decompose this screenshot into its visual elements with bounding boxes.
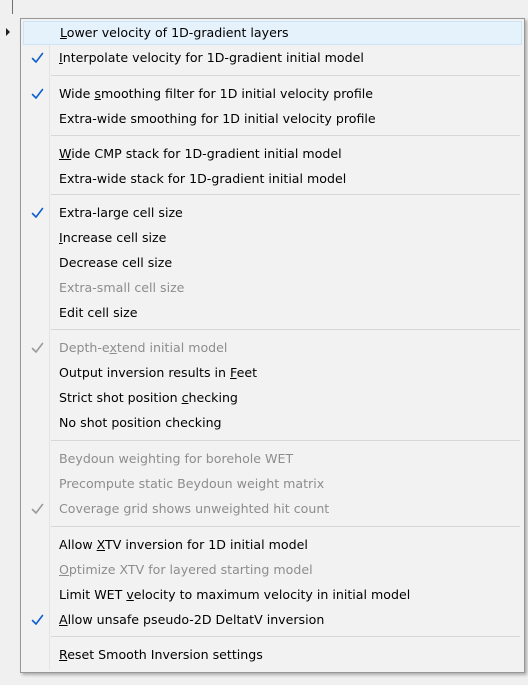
menu-item-wide-smoothing[interactable]: Wide smoothing filter for 1D initial vel…	[23, 82, 522, 106]
menu-item-label: Extra-small cell size	[59, 280, 185, 295]
menu-item-label: Strict shot position checking	[59, 390, 238, 405]
menu-item-optimize-xtv: Optimize XTV for layered starting model	[23, 558, 522, 582]
menu-item-label: Output inversion results in Feet	[59, 365, 258, 380]
menu-item-label: Extra-wide stack for 1D-gradient initial…	[59, 171, 347, 186]
menu-item-reset-smooth[interactable]: Reset Smooth Inversion settings	[23, 643, 522, 667]
menu-item-label: Extra-large cell size	[59, 205, 183, 220]
menu-item-label: Decrease cell size	[59, 255, 173, 270]
parent-menu-border	[12, 0, 13, 14]
menu-item-label: Depth-extend initial model	[59, 340, 228, 355]
menu-item-label: Lower velocity of 1D-gradient layers	[60, 25, 289, 40]
menu-item-label: No shot position checking	[59, 415, 222, 430]
mnemonic-letter: x	[109, 340, 117, 355]
menu-item-wide-cmp-stack[interactable]: Wide CMP stack for 1D-gradient initial m…	[23, 142, 522, 166]
menu-item-label: Limit WET velocity to maximum velocity i…	[59, 587, 411, 602]
mnemonic-letter: W	[59, 146, 72, 161]
mnemonic-letter: c	[181, 390, 189, 405]
menu-item-label: Wide CMP stack for 1D-gradient initial m…	[59, 146, 342, 161]
menu-separator	[51, 194, 520, 195]
parent-menu-strip	[0, 0, 20, 685]
menu-separator	[51, 75, 520, 76]
checkmark-icon	[30, 608, 44, 632]
menu-item-allow-xtv[interactable]: Allow XTV inversion for 1D initial model	[23, 533, 522, 557]
checkmark-icon	[30, 497, 44, 521]
menu-separator	[51, 636, 520, 637]
mnemonic-letter: X	[96, 537, 106, 552]
mnemonic-letter: L	[60, 25, 67, 40]
menu-item-lower-velocity[interactable]: Lower velocity of 1D-gradient layers	[23, 21, 522, 45]
menu-item-extra-wide-smoothing[interactable]: Extra-wide smoothing for 1D initial velo…	[23, 107, 522, 131]
menu-item-label: Interpolate velocity for 1D-gradient ini…	[59, 50, 364, 65]
menu-item-label: Reset Smooth Inversion settings	[59, 647, 263, 662]
menu-item-label: Wide smoothing filter for 1D initial vel…	[59, 86, 374, 101]
menu-item-extra-small-cell: Extra-small cell size	[23, 276, 522, 300]
menu-item-precompute-beydoun: Precompute static Beydoun weight matrix	[23, 472, 522, 496]
menu-item-label: Precompute static Beydoun weight matrix	[59, 476, 325, 491]
menu-item-limit-wet-velocity[interactable]: Limit WET velocity to maximum velocity i…	[23, 583, 522, 607]
menu-item-strict-shot-checking[interactable]: Strict shot position checking	[23, 386, 522, 410]
menu-item-extra-large-cell[interactable]: Extra-large cell size	[23, 201, 522, 225]
menu-item-output-feet[interactable]: Output inversion results in Feet	[23, 361, 522, 385]
submenu-arrow-icon	[6, 28, 10, 36]
checkmark-icon	[30, 336, 44, 360]
menu-item-label: Edit cell size	[59, 305, 138, 320]
menu-item-edit-cell-size[interactable]: Edit cell size	[23, 301, 522, 325]
menu-item-extra-wide-stack[interactable]: Extra-wide stack for 1D-gradient initial…	[23, 167, 522, 191]
menu-item-beydoun-weighting: Beydoun weighting for borehole WET	[23, 447, 522, 471]
menu-separator	[51, 135, 520, 136]
mnemonic-letter: v	[126, 587, 134, 602]
context-submenu: Lower velocity of 1D-gradient layers Inte…	[20, 18, 525, 673]
menu-item-label: Beydoun weighting for borehole WET	[59, 451, 294, 466]
menu-item-label: Extra-wide smoothing for 1D initial velo…	[59, 111, 376, 126]
menu-item-coverage-grid: Coverage grid shows unweighted hit count	[23, 497, 522, 521]
mnemonic-letter: O	[59, 562, 69, 577]
menu-item-allow-unsafe-deltatv[interactable]: Allow unsafe pseudo-2D DeltatV inversion	[23, 608, 522, 632]
menu-item-label: Allow XTV inversion for 1D initial model	[59, 537, 308, 552]
menu-separator	[51, 526, 520, 527]
menu-item-label: Allow unsafe pseudo-2D DeltatV inversion	[59, 612, 325, 627]
mnemonic-letter: A	[59, 612, 68, 627]
menu-item-label: Coverage grid shows unweighted hit count	[59, 501, 330, 516]
menu-item-decrease-cell[interactable]: Decrease cell size	[23, 251, 522, 275]
checkmark-icon	[30, 201, 44, 225]
menu-item-label: Increase cell size	[59, 230, 167, 245]
menu-separator	[51, 440, 520, 441]
menu-item-no-shot-checking[interactable]: No shot position checking	[23, 411, 522, 435]
menu-item-increase-cell[interactable]: Increase cell size	[23, 226, 522, 250]
menu-item-interpolate-velocity[interactable]: Interpolate velocity for 1D-gradient ini…	[23, 46, 522, 70]
parent-submenu-item[interactable]	[0, 22, 20, 44]
checkmark-icon	[30, 82, 44, 106]
mnemonic-letter: R	[59, 647, 68, 662]
checkmark-icon	[30, 46, 44, 70]
menu-item-label: Optimize XTV for layered starting model	[59, 562, 313, 577]
menu-separator	[51, 329, 520, 330]
menu-item-depth-extend: Depth-extend initial model	[23, 336, 522, 360]
